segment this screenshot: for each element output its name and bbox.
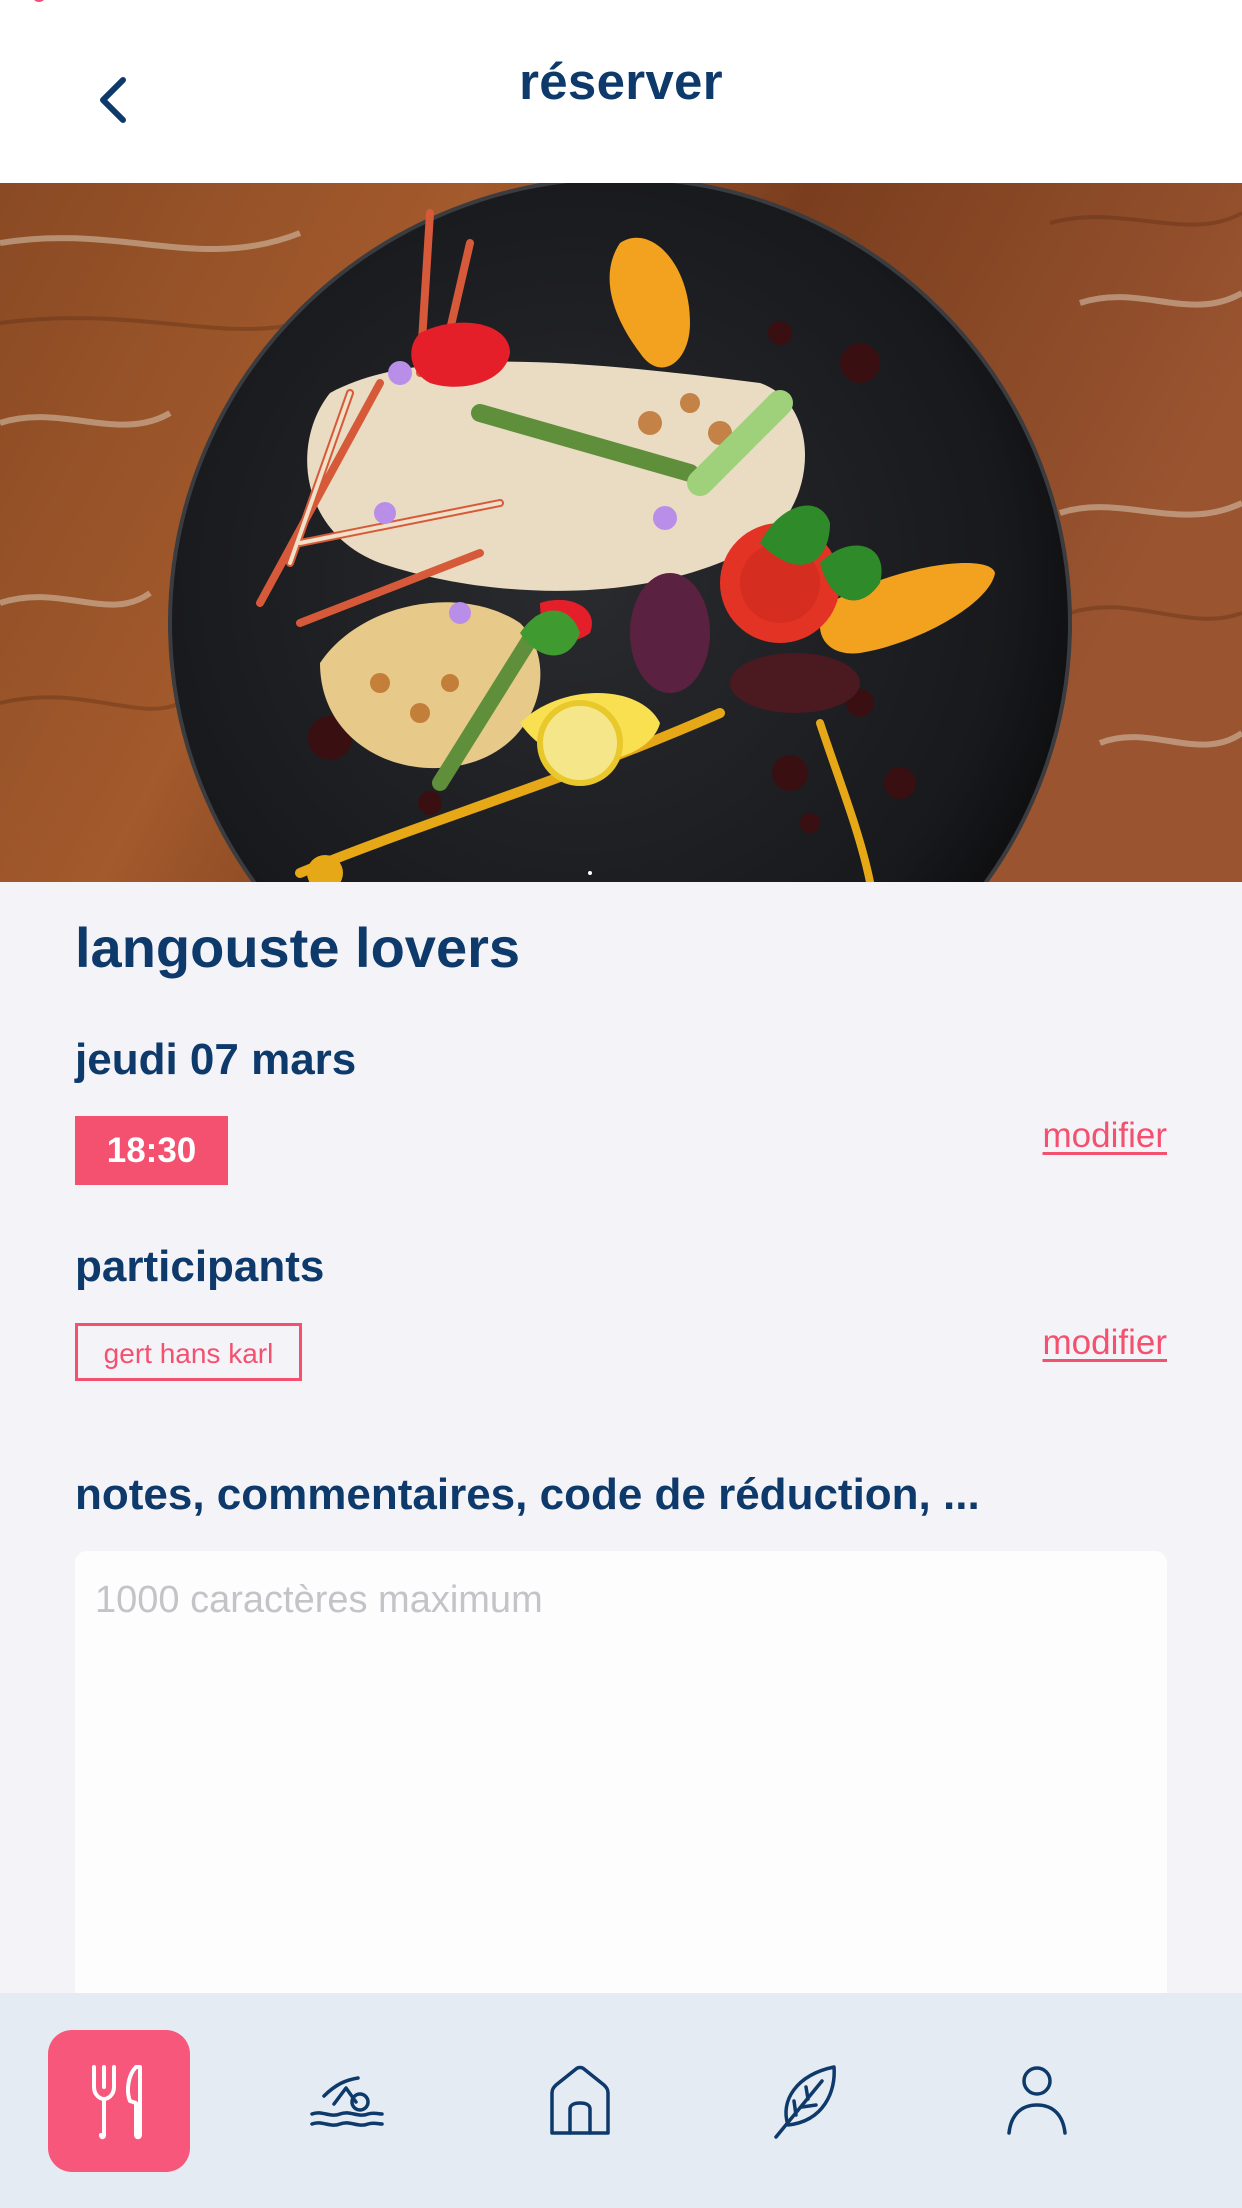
page-title: réserver [519, 53, 723, 110]
modify-time-link[interactable]: modifier [1043, 1116, 1167, 1156]
tab-home[interactable] [509, 2030, 651, 2172]
booking-date: jeudi 07 mars [75, 1035, 357, 1084]
grilled-langouste-dish-photo [0, 183, 1242, 882]
participants-heading: participants [75, 1242, 325, 1291]
swimmer-icon [310, 2076, 384, 2127]
tab-nature[interactable] [737, 2030, 879, 2172]
event-title: langouste lovers [75, 916, 521, 979]
fork-knife-icon [92, 2065, 142, 2140]
status-indicator [32, 0, 46, 2]
bottom-tab-bar [0, 1993, 1242, 2208]
event-image [0, 183, 1242, 882]
person-icon [1007, 2066, 1067, 2135]
tab-restaurant[interactable] [48, 2030, 190, 2172]
tab-swim[interactable] [275, 2030, 417, 2172]
notes-input[interactable] [75, 1551, 1167, 2011]
participant-chip: gert hans karl [75, 1323, 302, 1381]
modify-participants-link[interactable]: modifier [1043, 1323, 1167, 1363]
time-slot-badge[interactable]: 18:30 [75, 1116, 228, 1185]
app-header: réserver [0, 0, 1242, 183]
notes-heading: notes, commentaires, code de réduction, … [75, 1470, 980, 1519]
leaf-icon [774, 2065, 836, 2139]
tab-profile[interactable] [966, 2030, 1108, 2172]
house-icon [550, 2065, 610, 2135]
